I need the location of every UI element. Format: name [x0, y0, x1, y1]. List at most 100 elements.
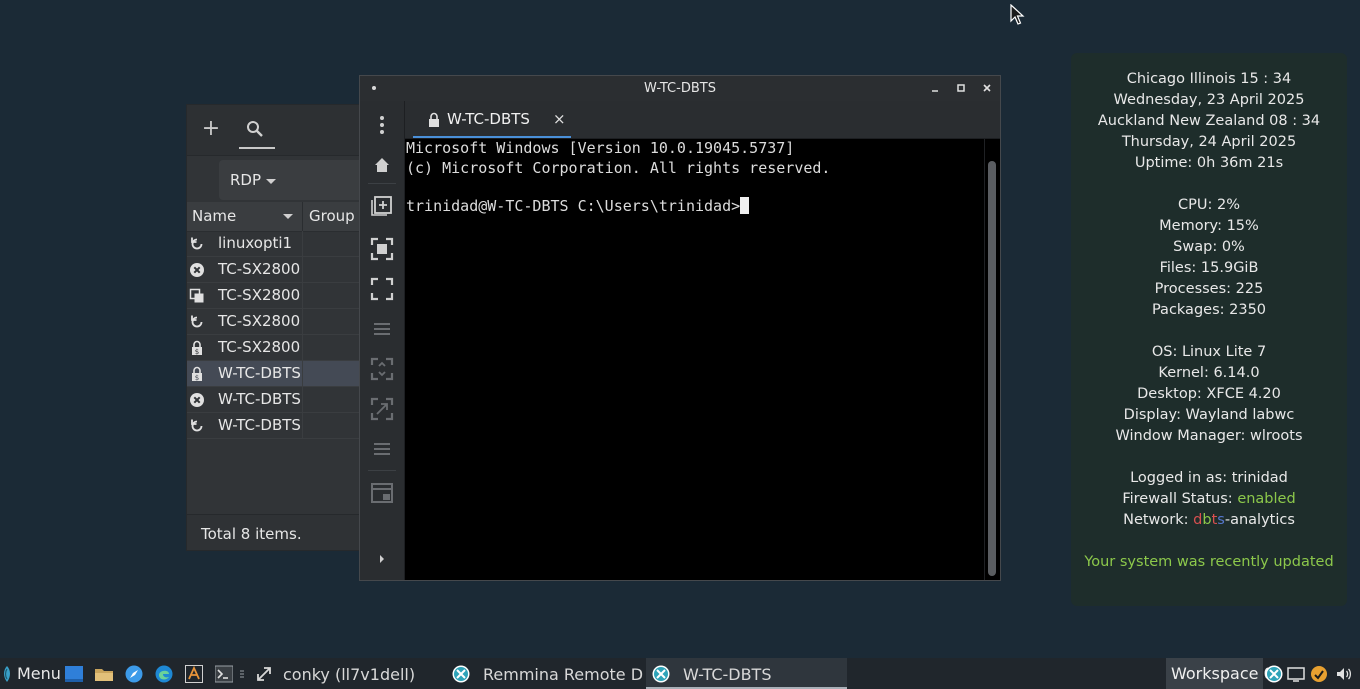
kernel-info: Kernel: 6.14.0: [1158, 365, 1260, 381]
connection-name: W-TC-DBTS: [218, 416, 301, 434]
cpu-usage: CPU: 2%: [1178, 197, 1240, 213]
menu-icon[interactable]: [370, 317, 394, 341]
dynamic-resolution-icon[interactable]: [370, 397, 394, 421]
table-row-selected[interactable]: $ W-TC-DBTS: [187, 361, 359, 387]
console-prompt-line: trinidad@W-TC-DBTS C:\Users\trinidad>: [406, 197, 750, 215]
lock-dollar-icon: $: [189, 366, 205, 382]
plus-icon[interactable]: +: [201, 118, 221, 140]
console-scrollbar[interactable]: [985, 139, 1000, 580]
clock-chicago: Chicago Illinois 15 : 34: [1126, 71, 1292, 87]
task-conky[interactable]: conky (ll7v1dell): [250, 658, 440, 689]
workspace-label: Workspace 0: [1171, 664, 1274, 683]
show-desktop-icon[interactable]: [65, 665, 83, 683]
reconnect-icon: [189, 418, 205, 434]
memory-usage: Memory: 15%: [1159, 218, 1259, 234]
terminal-icon[interactable]: [215, 665, 233, 683]
file-manager-icon[interactable]: [95, 665, 113, 683]
column-divider: [302, 413, 303, 439]
remmina-tray-icon[interactable]: [1265, 665, 1283, 683]
menu-button[interactable]: Menu: [17, 664, 61, 683]
remote-connection-window: W-TC-DBTS W-TC-DBTS × Microsoft Windows …: [359, 75, 1001, 581]
column-divider: [302, 335, 303, 361]
table-row[interactable]: TC-SX2800: [187, 257, 359, 283]
chevron-down-icon: [266, 179, 276, 184]
updates-tray-icon[interactable]: [1310, 665, 1328, 683]
scale-icon[interactable]: [370, 357, 394, 381]
chevron-right-icon[interactable]: [370, 547, 394, 571]
protocol-dropdown[interactable]: RDP: [219, 160, 359, 200]
connection-name: TC-SX2800: [218, 286, 301, 304]
network-letter-b: b: [1202, 512, 1212, 528]
tab-active-indicator: [413, 136, 571, 138]
text-cursor: [740, 197, 750, 214]
table-row[interactable]: W-TC-DBTS: [187, 387, 359, 413]
app-menu-logo-icon[interactable]: [1, 665, 13, 683]
tab-label: W-TC-DBTS: [447, 110, 530, 128]
connection-name: linuxopti1: [218, 234, 293, 252]
date-auckland: Thursday, 24 April 2025: [1121, 134, 1297, 150]
close-button[interactable]: [979, 80, 995, 96]
column-name-header[interactable]: Name: [192, 207, 236, 225]
status-bar: Total 8 items.: [187, 514, 359, 550]
connection-list: linuxopti1 TC-SX2800 TC-SX2800 TC-SX2800…: [187, 231, 359, 439]
volume-icon[interactable]: [1335, 665, 1353, 683]
toolbar-divider: [368, 183, 396, 184]
table-row[interactable]: W-TC-DBTS: [187, 413, 359, 439]
fit-window-icon[interactable]: [370, 237, 394, 261]
connection-name: W-TC-DBTS: [218, 364, 301, 382]
web-browser-icon[interactable]: [125, 665, 143, 683]
files-size: Files: 15.9GiB: [1159, 260, 1259, 276]
conky-panel: Chicago Illinois 15 : 34 Wednesday, 23 A…: [1071, 53, 1347, 606]
column-header: Name Group: [187, 202, 359, 232]
x-circle-icon: [189, 392, 205, 408]
sort-down-icon: [283, 214, 293, 219]
svg-text:$: $: [195, 348, 199, 356]
task-w-tc-dbts[interactable]: W-TC-DBTS: [646, 658, 847, 689]
taskbar: Menu conky (ll7v1dell) Remmina Remote De…: [0, 658, 1360, 689]
task-label: W-TC-DBTS: [683, 665, 772, 684]
firewall-value: enabled: [1237, 491, 1296, 507]
window-manager-info: Window Manager: wlroots: [1115, 428, 1303, 444]
display-tray-icon[interactable]: [1287, 665, 1305, 683]
mouse-pointer-icon: [1010, 4, 1026, 26]
column-divider: [302, 283, 303, 309]
home-icon[interactable]: [370, 153, 394, 177]
column-group-header[interactable]: Group: [309, 207, 355, 225]
workspace-switcher[interactable]: Workspace 0: [1166, 658, 1274, 689]
more-options-icon[interactable]: [370, 113, 394, 137]
remmina-main-window: + RDP Name Group linuxopti1 TC-SX2800 TC…: [186, 104, 360, 551]
remote-console[interactable]: Microsoft Windows [Version 10.0.19045.57…: [405, 139, 984, 580]
search-icon[interactable]: [245, 119, 265, 139]
new-tab-icon[interactable]: [370, 192, 394, 216]
tab-w-tc-dbts[interactable]: W-TC-DBTS ×: [413, 101, 571, 138]
desktop-info: Desktop: XFCE 4.20: [1137, 386, 1281, 402]
edge-browser-icon[interactable]: [155, 665, 173, 683]
maximize-button[interactable]: [953, 80, 969, 96]
network-letter-d: d: [1193, 512, 1203, 528]
table-row[interactable]: $ TC-SX2800: [187, 335, 359, 361]
display-info: Display: Wayland labwc: [1123, 407, 1295, 423]
scrollbar-thumb[interactable]: [988, 161, 996, 576]
reconnect-icon: [189, 314, 205, 330]
task-remmina[interactable]: Remmina Remote De...: [446, 658, 646, 689]
minimize-button[interactable]: [927, 80, 943, 96]
menu-icon[interactable]: [370, 437, 394, 461]
console-line: Microsoft Windows [Version 10.0.19045.57…: [406, 139, 795, 157]
os-info: OS: Linux Lite 7: [1151, 344, 1267, 360]
window-titlebar[interactable]: W-TC-DBTS: [360, 76, 1000, 101]
package-count: Packages: 2350: [1151, 302, 1267, 318]
fullscreen-icon[interactable]: [370, 277, 394, 301]
tab-close-button[interactable]: ×: [553, 110, 566, 128]
svg-text:$: $: [195, 374, 199, 382]
table-row[interactable]: TC-SX2800: [187, 309, 359, 335]
text-editor-icon[interactable]: [185, 665, 203, 683]
window-title: W-TC-DBTS: [644, 81, 716, 96]
table-row[interactable]: linuxopti1: [187, 231, 359, 257]
x-circle-icon: [189, 262, 205, 278]
task-label: conky (ll7v1dell): [283, 665, 416, 684]
screenshot-icon[interactable]: [370, 481, 394, 505]
column-divider[interactable]: [302, 202, 303, 231]
table-row[interactable]: TC-SX2800: [187, 283, 359, 309]
connection-name: TC-SX2800: [218, 260, 301, 278]
column-divider: [302, 361, 303, 387]
